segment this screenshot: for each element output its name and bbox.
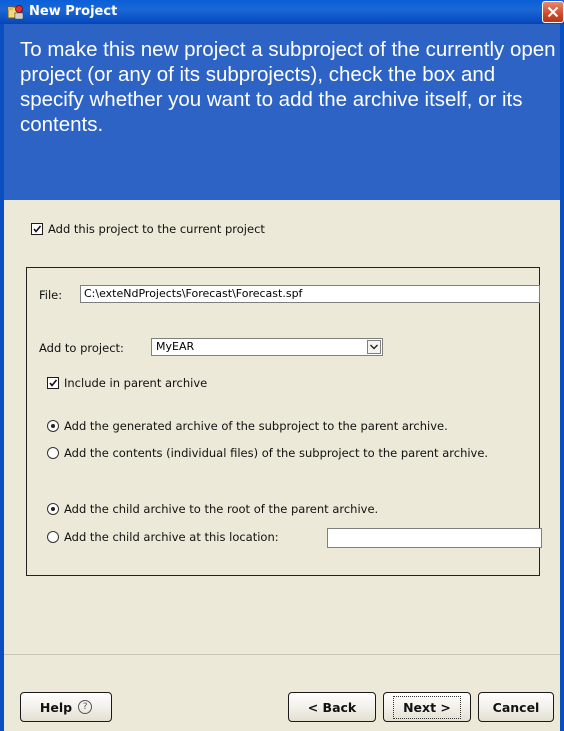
window-frame-left bbox=[0, 24, 4, 731]
close-button[interactable] bbox=[542, 1, 564, 23]
radio-at-location-label: Add the child archive at this location: bbox=[64, 530, 279, 544]
radio-root-row: Add the child archive to the root of the… bbox=[47, 502, 378, 516]
radio-generated-archive[interactable] bbox=[47, 420, 59, 432]
radio-individual-files-row: Add the contents (individual files) of t… bbox=[47, 446, 488, 460]
add-to-current-label: Add this project to the current project bbox=[48, 222, 265, 236]
banner-text: To make this new project a subproject of… bbox=[20, 38, 556, 136]
radio-individual-files-label: Add the contents (individual files) of t… bbox=[64, 446, 489, 460]
chevron-down-icon bbox=[370, 344, 378, 350]
radio-location-row: Add the child archive at this location: bbox=[47, 530, 279, 544]
add-to-current-checkbox[interactable] bbox=[31, 223, 43, 235]
include-parent-row: Include in parent archive bbox=[47, 376, 207, 390]
add-to-project-value: MyEAR bbox=[156, 340, 195, 353]
radio-individual-files[interactable] bbox=[47, 447, 59, 459]
location-field[interactable] bbox=[327, 528, 542, 548]
radio-at-location[interactable] bbox=[47, 531, 59, 543]
cancel-button[interactable]: Cancel bbox=[478, 692, 554, 722]
help-icon: ? bbox=[78, 700, 93, 714]
project-icon bbox=[7, 5, 24, 20]
dropdown-arrow-button[interactable] bbox=[367, 340, 381, 354]
add-to-project-dropdown[interactable]: MyEAR bbox=[151, 338, 383, 356]
window-frame-right bbox=[560, 24, 564, 731]
new-project-window: New Project To make this new project a s… bbox=[0, 0, 564, 731]
back-button-label: < Back bbox=[307, 699, 357, 715]
next-button[interactable]: Next > bbox=[383, 692, 471, 722]
checkmark-icon bbox=[33, 225, 42, 233]
help-button[interactable]: Help ? bbox=[20, 692, 112, 722]
close-icon bbox=[547, 6, 559, 18]
add-to-current-row: Add this project to the current project bbox=[31, 222, 265, 236]
title-bar[interactable]: New Project bbox=[0, 0, 564, 24]
cancel-button-label: Cancel bbox=[492, 699, 540, 715]
include-parent-label: Include in parent archive bbox=[64, 376, 208, 390]
next-button-label: Next > bbox=[393, 695, 461, 719]
add-to-project-label: Add to project: bbox=[39, 341, 124, 355]
file-label: File: bbox=[39, 288, 63, 302]
radio-generated-archive-row: Add the generated archive of the subproj… bbox=[47, 419, 448, 433]
radio-root-of-parent-label: Add the child archive to the root of the… bbox=[64, 502, 379, 516]
back-button[interactable]: < Back bbox=[288, 692, 376, 722]
help-button-label: Help bbox=[39, 699, 73, 715]
file-path-field[interactable]: C:\exteNdProjects\Forecast\Forecast.spf bbox=[80, 285, 540, 303]
window-title: New Project bbox=[29, 4, 118, 19]
checkmark-icon bbox=[49, 379, 58, 387]
radio-root-of-parent[interactable] bbox=[47, 503, 59, 515]
include-parent-checkbox[interactable] bbox=[47, 377, 59, 389]
radio-generated-archive-label: Add the generated archive of the subproj… bbox=[64, 419, 448, 433]
